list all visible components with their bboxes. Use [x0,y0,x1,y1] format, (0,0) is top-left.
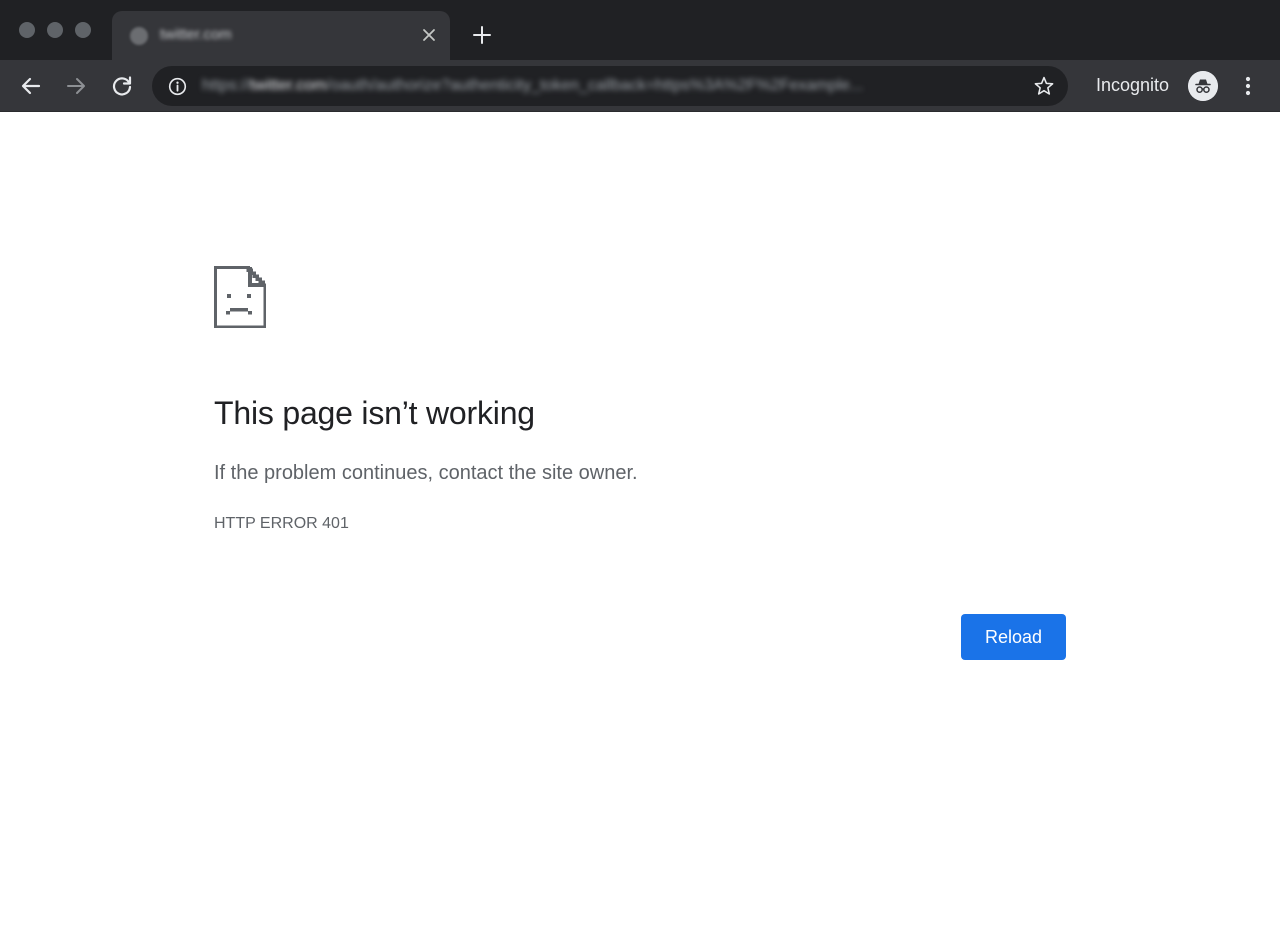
forward-arrow-icon[interactable] [64,74,88,98]
url-path: /oauth/authorize?authenticity_token_call… [326,77,864,94]
error-message: If the problem continues, contact the si… [214,462,638,484]
more-menu-icon[interactable] [1238,74,1258,98]
tab-strip: twitter.com [0,0,1280,60]
back-arrow-icon[interactable] [19,74,43,98]
reload-button[interactable]: Reload [961,614,1066,660]
url-host: twitter.com [250,77,327,94]
url-text[interactable]: https://twitter.com/oauth/authorize?auth… [202,77,1012,95]
globe-icon [130,27,148,45]
reload-icon[interactable] [110,74,134,98]
url-prefix: https:// [202,77,251,94]
close-icon[interactable] [420,26,438,44]
star-icon[interactable] [1033,75,1055,97]
error-heading: This page isn’t working [214,395,535,431]
browser-tab[interactable]: twitter.com [112,11,450,60]
error-code: HTTP ERROR 401 [214,515,349,532]
error-page: This page isn’t working If the problem c… [0,113,1280,926]
incognito-icon[interactable] [1188,71,1218,101]
sad-page-icon [214,266,266,328]
incognito-label[interactable]: Incognito [1096,75,1169,96]
info-icon[interactable] [168,77,187,96]
window-zoom-button[interactable] [75,22,91,38]
window-close-button[interactable] [19,22,35,38]
tab-title: twitter.com [160,26,232,43]
window-minimize-button[interactable] [47,22,63,38]
browser-toolbar: https://twitter.com/oauth/authorize?auth… [0,60,1280,112]
new-tab-icon[interactable] [472,25,492,45]
address-bar[interactable]: https://twitter.com/oauth/authorize?auth… [152,66,1068,106]
